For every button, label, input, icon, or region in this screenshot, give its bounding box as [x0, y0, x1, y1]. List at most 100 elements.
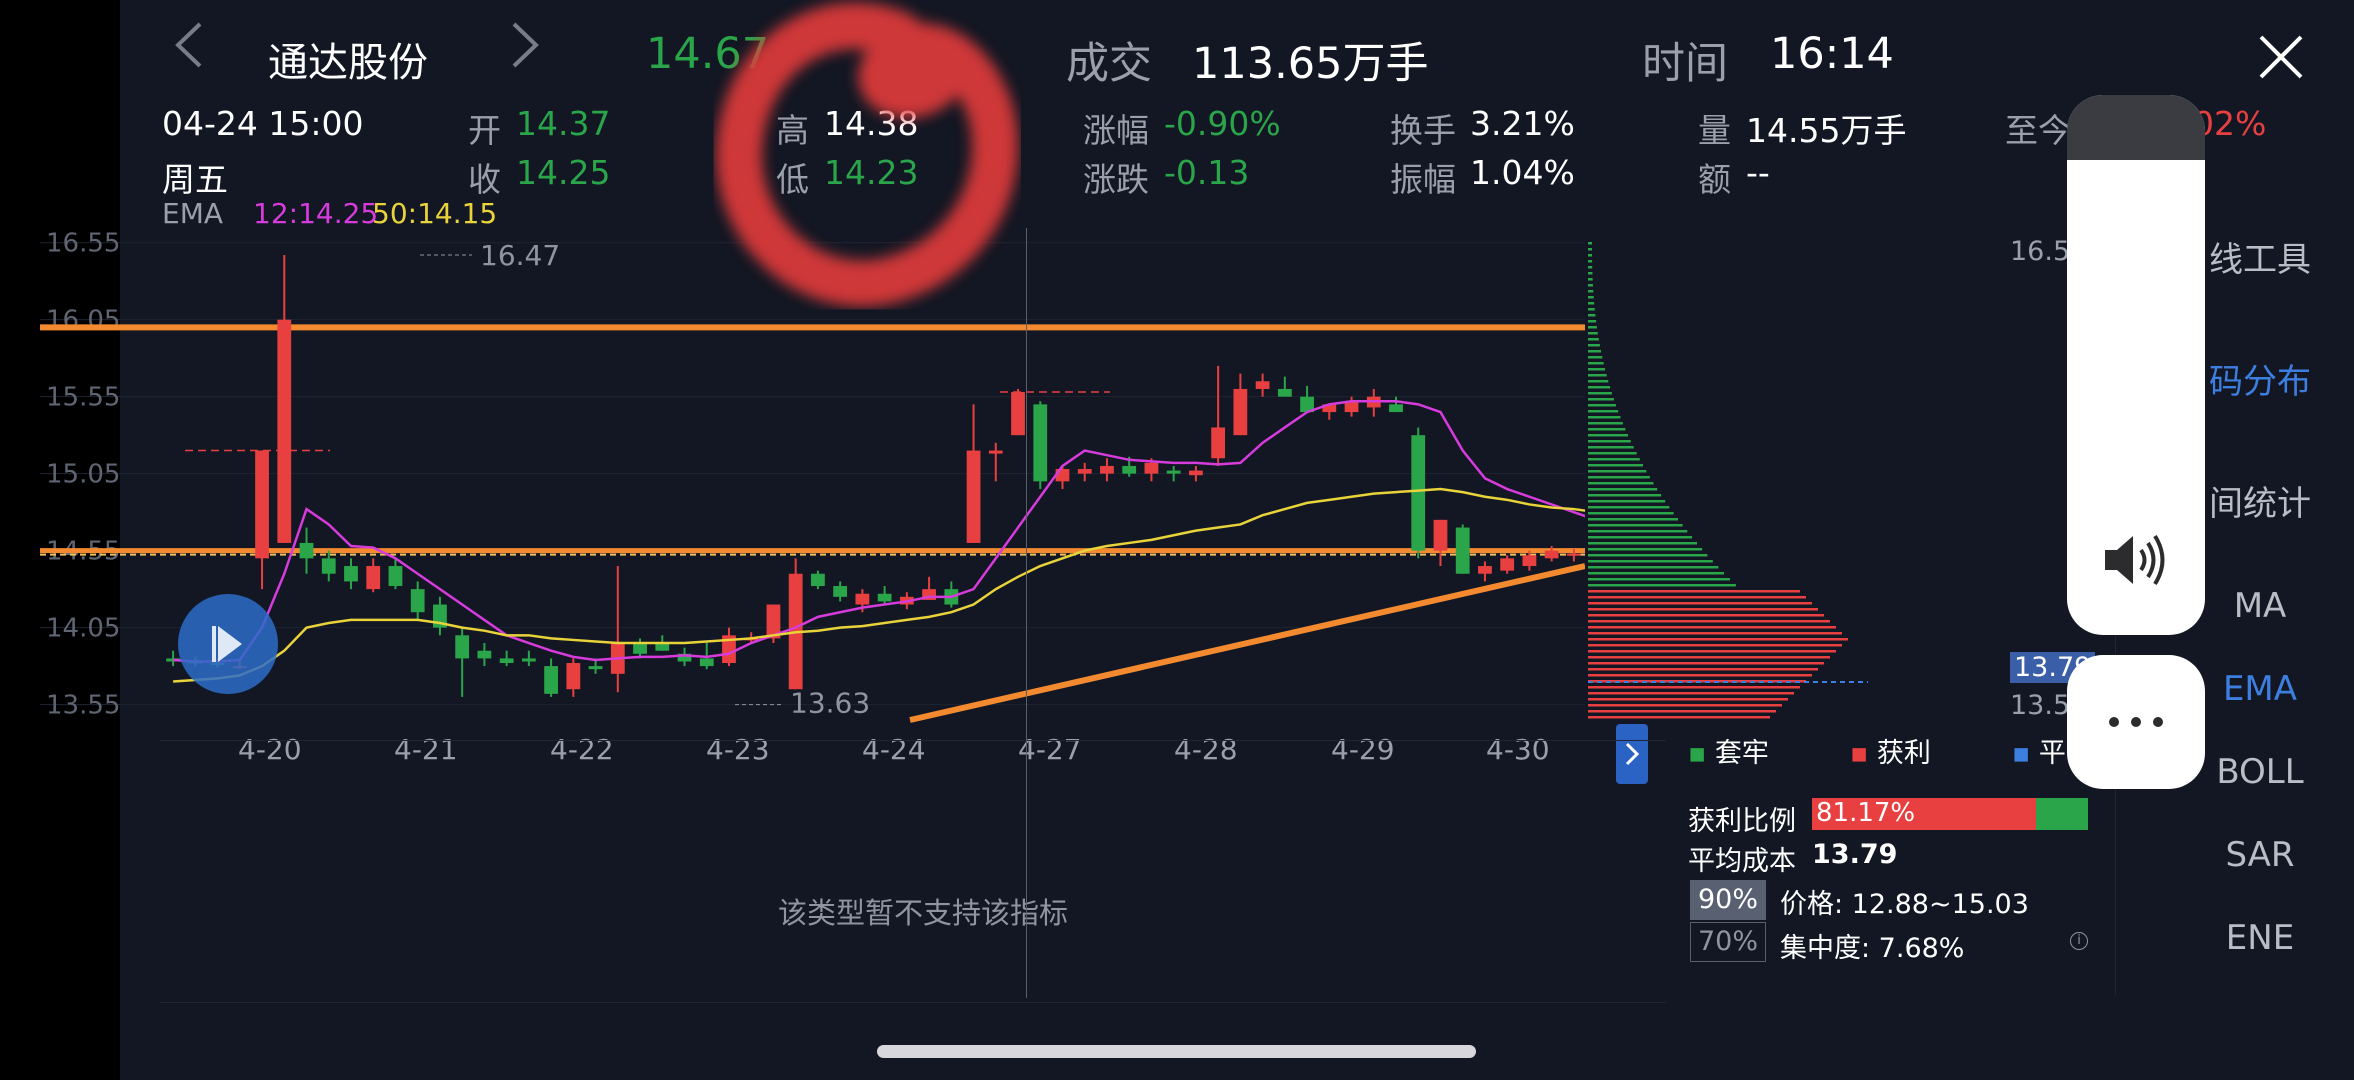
chip-bar: [1588, 254, 1593, 257]
chip-bar: [1588, 248, 1593, 251]
floating-play-button[interactable]: [178, 594, 278, 694]
candle-body: [966, 450, 981, 543]
more-options-button[interactable]: [2067, 655, 2205, 789]
side-menu-ema[interactable]: EMA: [2200, 669, 2320, 709]
volume-slider-empty: [2067, 95, 2205, 160]
candle-body: [1500, 558, 1515, 571]
chip-bar: [1588, 632, 1842, 635]
chip-bar: [1588, 686, 1800, 689]
home-indicator-bar[interactable]: [877, 1045, 1476, 1058]
legend-trapped-swatch: ▪: [1688, 738, 1715, 769]
change-label: 涨跌: [1083, 160, 1149, 199]
chip-bar: [1588, 668, 1818, 671]
chip-bar: [1588, 638, 1848, 641]
candle-body: [321, 558, 336, 574]
chip-bar: [1588, 284, 1593, 287]
chip-bar: [1588, 320, 1597, 323]
chip-bar: [1588, 662, 1824, 665]
chip-bar: [1588, 584, 1736, 587]
ema-label: EMA: [162, 197, 224, 230]
chip-bar: [1588, 404, 1616, 407]
low-annotation: 13.63: [790, 687, 870, 720]
chip-bar: [1588, 374, 1607, 377]
chip-bar: [1588, 716, 1770, 719]
candle-body: [1211, 427, 1226, 459]
p90-button[interactable]: 90%: [1690, 880, 1766, 920]
chip-bar: [1588, 572, 1725, 575]
candle-body: [255, 450, 269, 559]
candle-body: [1478, 566, 1492, 574]
candle-body: [1389, 404, 1403, 413]
candle-body: [410, 589, 425, 613]
side-menu-boll[interactable]: BOLL: [2200, 752, 2320, 792]
chip-bar: [1588, 548, 1703, 551]
quote-date: 04-24 15:00: [162, 104, 364, 143]
chip-distribution-chart: [1588, 242, 1868, 719]
turnover-label: 换手: [1390, 111, 1456, 150]
side-menu-sar[interactable]: SAR: [2200, 835, 2320, 875]
candle-body: [344, 566, 358, 582]
change-value: -0.13: [1164, 153, 1250, 192]
chip-bar: [1588, 578, 1730, 581]
side-menu-interval-stats[interactable]: 间统计: [2200, 476, 2320, 525]
time-value: 16:14: [1770, 29, 1894, 79]
chip-bar: [1588, 344, 1600, 347]
chip-bar: [1588, 488, 1658, 491]
chip-bar: [1588, 482, 1654, 485]
chip-bar: [1588, 596, 1806, 599]
candle-body: [1411, 435, 1426, 551]
chip-bar: [1588, 380, 1609, 383]
chip-bar: [1588, 410, 1619, 413]
next-stock-button[interactable]: [508, 20, 542, 81]
legend-profit-label: 获利: [1876, 738, 1931, 769]
legend-trapped: ▪ 套牢: [1688, 731, 1769, 770]
change-pct-value: -0.90%: [1164, 104, 1281, 143]
chip-bar: [1588, 692, 1794, 695]
legend-profit: ▪ 获利: [1850, 731, 1931, 770]
chip-bar: [1588, 518, 1678, 521]
chip-bar: [1588, 704, 1782, 707]
chip-bar: [1588, 530, 1688, 533]
candle-body: [588, 666, 603, 670]
chip-bar: [1588, 506, 1670, 509]
chip-bar: [1588, 458, 1640, 461]
y-tick-label: 15.55: [46, 383, 120, 413]
profit-ratio-value: 81.17%: [1816, 798, 1916, 828]
high-annotation: 16.47: [480, 239, 560, 272]
volume-slider[interactable]: [2067, 95, 2205, 635]
chip-bar: [1588, 698, 1788, 701]
candle-body: [366, 566, 381, 590]
chip-bar: [1588, 314, 1596, 317]
no-indicator-text: 该类型暂不支持该指标: [778, 896, 1069, 930]
candle-body: [1277, 388, 1292, 397]
chip-bar: [1588, 278, 1593, 281]
indicator-panel: [160, 740, 1666, 1003]
side-menu-chip-dist[interactable]: 码分布: [2200, 354, 2320, 403]
candle-body: [811, 573, 825, 587]
close-button[interactable]: [2258, 34, 2304, 84]
candle-body: [699, 658, 714, 667]
ema12-line: [173, 400, 1585, 663]
info-icon[interactable]: i: [2070, 932, 2088, 950]
side-menu-draw-tools[interactable]: 线工具: [2200, 232, 2320, 281]
prev-stock-button[interactable]: [172, 20, 206, 81]
chip-bar: [1588, 356, 1603, 359]
chip-bar: [1588, 350, 1602, 353]
candle-body: [1522, 555, 1537, 567]
legend-trapped-label: 套牢: [1714, 738, 1769, 769]
candle-body: [455, 635, 470, 659]
candle-body: [988, 450, 1003, 454]
open-label: 开: [468, 111, 501, 150]
chip-bar: [1588, 272, 1593, 275]
p70-button[interactable]: 70%: [1690, 922, 1766, 962]
chip-bar: [1588, 566, 1719, 569]
y-tick-label: 16.05: [46, 306, 120, 336]
price-range: 价格: 12.88~15.03: [1780, 889, 2029, 920]
speaker-icon: [2105, 534, 2165, 586]
chip-bar: [1588, 470, 1647, 473]
side-menu-ma[interactable]: MA: [2200, 586, 2320, 626]
play-icon: [212, 626, 242, 662]
side-menu-ene[interactable]: ENE: [2200, 918, 2320, 958]
amount-value: --: [1746, 153, 1770, 192]
ema50-value: 50:14.15: [372, 197, 498, 230]
